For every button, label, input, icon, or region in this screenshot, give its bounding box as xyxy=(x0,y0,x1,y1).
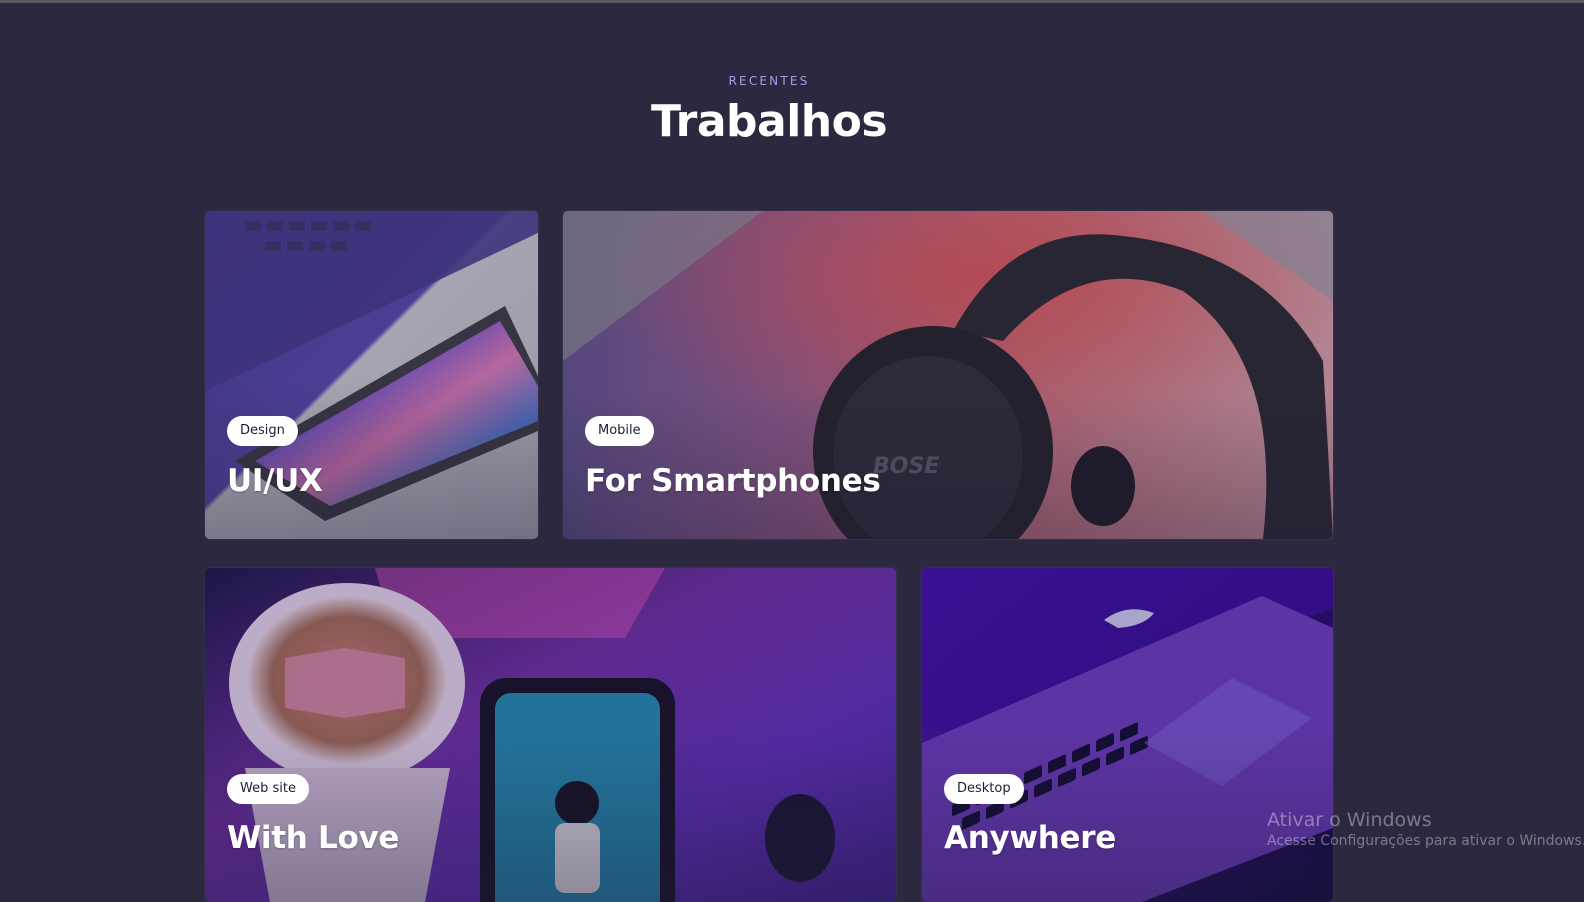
portfolio-card-with-love[interactable]: Web site With Love xyxy=(205,568,896,902)
section-kicker: RECENTES xyxy=(728,74,810,88)
windows-activation-watermark: Ativar o Windows Acesse Configurações pa… xyxy=(1267,809,1584,849)
portfolio-card-ui-ux[interactable]: Design UI/UX xyxy=(205,211,538,539)
card-title: With Love xyxy=(227,820,400,856)
watermark-subtitle: Acesse Configurações para ativar o Windo… xyxy=(1267,833,1584,849)
category-tag: Desktop xyxy=(944,774,1024,804)
card-title: Anywhere xyxy=(944,820,1116,856)
portfolio-card-for-smartphones[interactable]: BOSE Mobile For Smartphones xyxy=(563,211,1333,539)
watermark-title: Ativar o Windows xyxy=(1267,809,1432,831)
card-title: For Smartphones xyxy=(585,463,881,499)
category-tag: Design xyxy=(227,416,298,446)
category-tag: Web site xyxy=(227,774,309,804)
browser-top-border xyxy=(0,0,1584,3)
portfolio-card-anywhere[interactable]: Desktop Anywhere xyxy=(922,568,1333,902)
section-title: Trabalhos xyxy=(650,96,888,147)
category-tag: Mobile xyxy=(585,416,654,446)
card-title: UI/UX xyxy=(227,463,323,499)
